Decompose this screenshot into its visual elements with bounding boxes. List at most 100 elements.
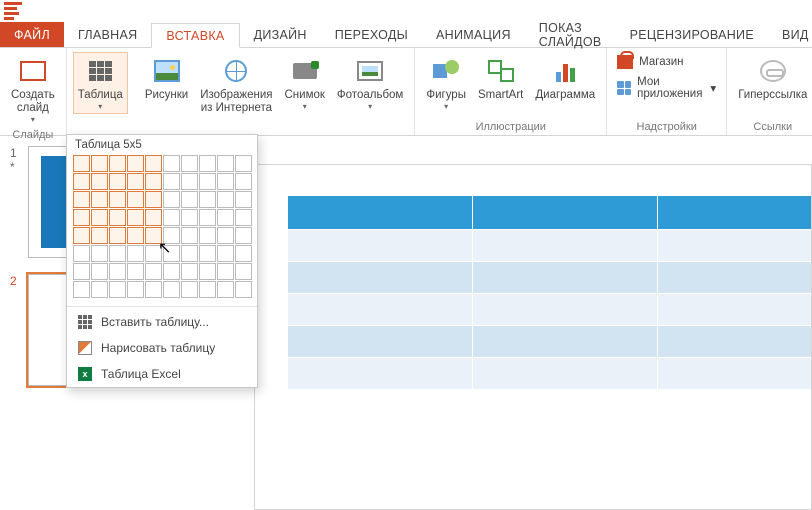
grid-cell[interactable] bbox=[217, 281, 234, 298]
my-apps-button[interactable]: Мои приложения ▾ bbox=[613, 74, 720, 102]
grid-cell[interactable] bbox=[199, 227, 216, 244]
grid-cell[interactable] bbox=[235, 281, 252, 298]
grid-cell[interactable] bbox=[235, 209, 252, 226]
smartart-button[interactable]: SmartArt bbox=[473, 52, 528, 105]
grid-cell[interactable] bbox=[73, 245, 90, 262]
grid-cell[interactable] bbox=[217, 173, 234, 190]
photo-album-button[interactable]: Фотоальбом ▾ bbox=[332, 52, 408, 114]
grid-cell[interactable] bbox=[73, 263, 90, 280]
grid-cell[interactable] bbox=[199, 263, 216, 280]
grid-cell[interactable] bbox=[109, 245, 126, 262]
shapes-button[interactable]: Фигуры ▾ bbox=[421, 52, 471, 114]
grid-cell[interactable] bbox=[73, 209, 90, 226]
grid-cell[interactable] bbox=[109, 281, 126, 298]
grid-cell[interactable] bbox=[217, 263, 234, 280]
grid-cell[interactable] bbox=[91, 209, 108, 226]
grid-cell[interactable] bbox=[235, 191, 252, 208]
grid-cell[interactable] bbox=[217, 227, 234, 244]
tab-insert[interactable]: ВСТАВКА bbox=[151, 23, 239, 48]
grid-cell[interactable] bbox=[91, 245, 108, 262]
grid-cell[interactable] bbox=[145, 245, 162, 262]
grid-cell[interactable] bbox=[181, 173, 198, 190]
grid-cell[interactable] bbox=[181, 263, 198, 280]
grid-cell[interactable] bbox=[181, 245, 198, 262]
screenshot-button[interactable]: Снимок ▾ bbox=[280, 52, 330, 114]
tab-animation[interactable]: АНИМАЦИЯ bbox=[422, 22, 525, 47]
grid-cell[interactable] bbox=[181, 281, 198, 298]
grid-cell[interactable] bbox=[181, 227, 198, 244]
grid-cell[interactable] bbox=[235, 155, 252, 172]
table-button[interactable]: Таблица ▾ bbox=[73, 52, 128, 114]
grid-cell[interactable] bbox=[91, 281, 108, 298]
grid-cell[interactable] bbox=[127, 227, 144, 244]
grid-cell[interactable] bbox=[199, 245, 216, 262]
grid-cell[interactable] bbox=[127, 209, 144, 226]
grid-cell[interactable] bbox=[235, 227, 252, 244]
grid-cell[interactable] bbox=[181, 209, 198, 226]
grid-cell[interactable] bbox=[163, 209, 180, 226]
pictures-button[interactable]: Рисунки bbox=[140, 52, 193, 105]
tab-home[interactable]: ГЛАВНАЯ bbox=[64, 22, 151, 47]
tab-review[interactable]: РЕЦЕНЗИРОВАНИЕ bbox=[616, 22, 768, 47]
grid-cell[interactable] bbox=[109, 227, 126, 244]
grid-cell[interactable] bbox=[91, 227, 108, 244]
grid-cell[interactable] bbox=[145, 281, 162, 298]
excel-table-item[interactable]: x Таблица Excel bbox=[67, 361, 257, 387]
grid-cell[interactable] bbox=[217, 191, 234, 208]
grid-cell[interactable] bbox=[127, 191, 144, 208]
grid-cell[interactable] bbox=[145, 263, 162, 280]
slide-editor[interactable] bbox=[254, 164, 812, 510]
grid-cell[interactable] bbox=[127, 173, 144, 190]
grid-cell[interactable] bbox=[199, 191, 216, 208]
grid-cell[interactable] bbox=[145, 173, 162, 190]
grid-cell[interactable] bbox=[73, 173, 90, 190]
grid-cell[interactable] bbox=[235, 245, 252, 262]
grid-cell[interactable] bbox=[163, 245, 180, 262]
insert-table-item[interactable]: Вставить таблицу... bbox=[67, 309, 257, 335]
grid-cell[interactable] bbox=[145, 155, 162, 172]
store-button[interactable]: Магазин bbox=[613, 52, 720, 72]
grid-cell[interactable] bbox=[127, 155, 144, 172]
tab-file[interactable]: ФАЙЛ bbox=[0, 22, 64, 47]
grid-cell[interactable] bbox=[199, 281, 216, 298]
grid-cell[interactable] bbox=[91, 263, 108, 280]
grid-cell[interactable] bbox=[217, 245, 234, 262]
grid-cell[interactable] bbox=[217, 209, 234, 226]
tab-transitions[interactable]: ПЕРЕХОДЫ bbox=[321, 22, 422, 47]
grid-cell[interactable] bbox=[73, 281, 90, 298]
grid-cell[interactable] bbox=[127, 245, 144, 262]
grid-cell[interactable] bbox=[91, 173, 108, 190]
grid-cell[interactable] bbox=[109, 155, 126, 172]
grid-cell[interactable] bbox=[109, 173, 126, 190]
grid-cell[interactable] bbox=[73, 155, 90, 172]
grid-cell[interactable] bbox=[91, 191, 108, 208]
grid-cell[interactable] bbox=[163, 155, 180, 172]
grid-cell[interactable] bbox=[109, 209, 126, 226]
grid-cell[interactable] bbox=[163, 281, 180, 298]
grid-cell[interactable] bbox=[145, 227, 162, 244]
hyperlink-button[interactable]: Гиперссылка bbox=[733, 52, 812, 105]
grid-cell[interactable] bbox=[163, 173, 180, 190]
grid-cell[interactable] bbox=[73, 191, 90, 208]
grid-cell[interactable] bbox=[163, 227, 180, 244]
grid-cell[interactable] bbox=[73, 227, 90, 244]
online-pictures-button[interactable]: Изображения из Интернета bbox=[195, 52, 277, 118]
grid-cell[interactable] bbox=[127, 281, 144, 298]
grid-cell[interactable] bbox=[199, 209, 216, 226]
chart-button[interactable]: Диаграмма bbox=[530, 52, 600, 105]
grid-cell[interactable] bbox=[145, 191, 162, 208]
grid-cell[interactable] bbox=[109, 191, 126, 208]
grid-cell[interactable] bbox=[181, 191, 198, 208]
grid-cell[interactable] bbox=[235, 263, 252, 280]
tab-view[interactable]: ВИД bbox=[768, 22, 812, 47]
grid-cell[interactable] bbox=[181, 155, 198, 172]
grid-cell[interactable] bbox=[217, 155, 234, 172]
grid-cell[interactable] bbox=[127, 263, 144, 280]
grid-cell[interactable] bbox=[199, 155, 216, 172]
tab-slideshow[interactable]: ПОКАЗ СЛАЙДОВ bbox=[525, 22, 616, 47]
grid-cell[interactable] bbox=[109, 263, 126, 280]
grid-cell[interactable] bbox=[235, 173, 252, 190]
table-size-grid[interactable] bbox=[67, 153, 257, 304]
grid-cell[interactable] bbox=[163, 263, 180, 280]
grid-cell[interactable] bbox=[145, 209, 162, 226]
